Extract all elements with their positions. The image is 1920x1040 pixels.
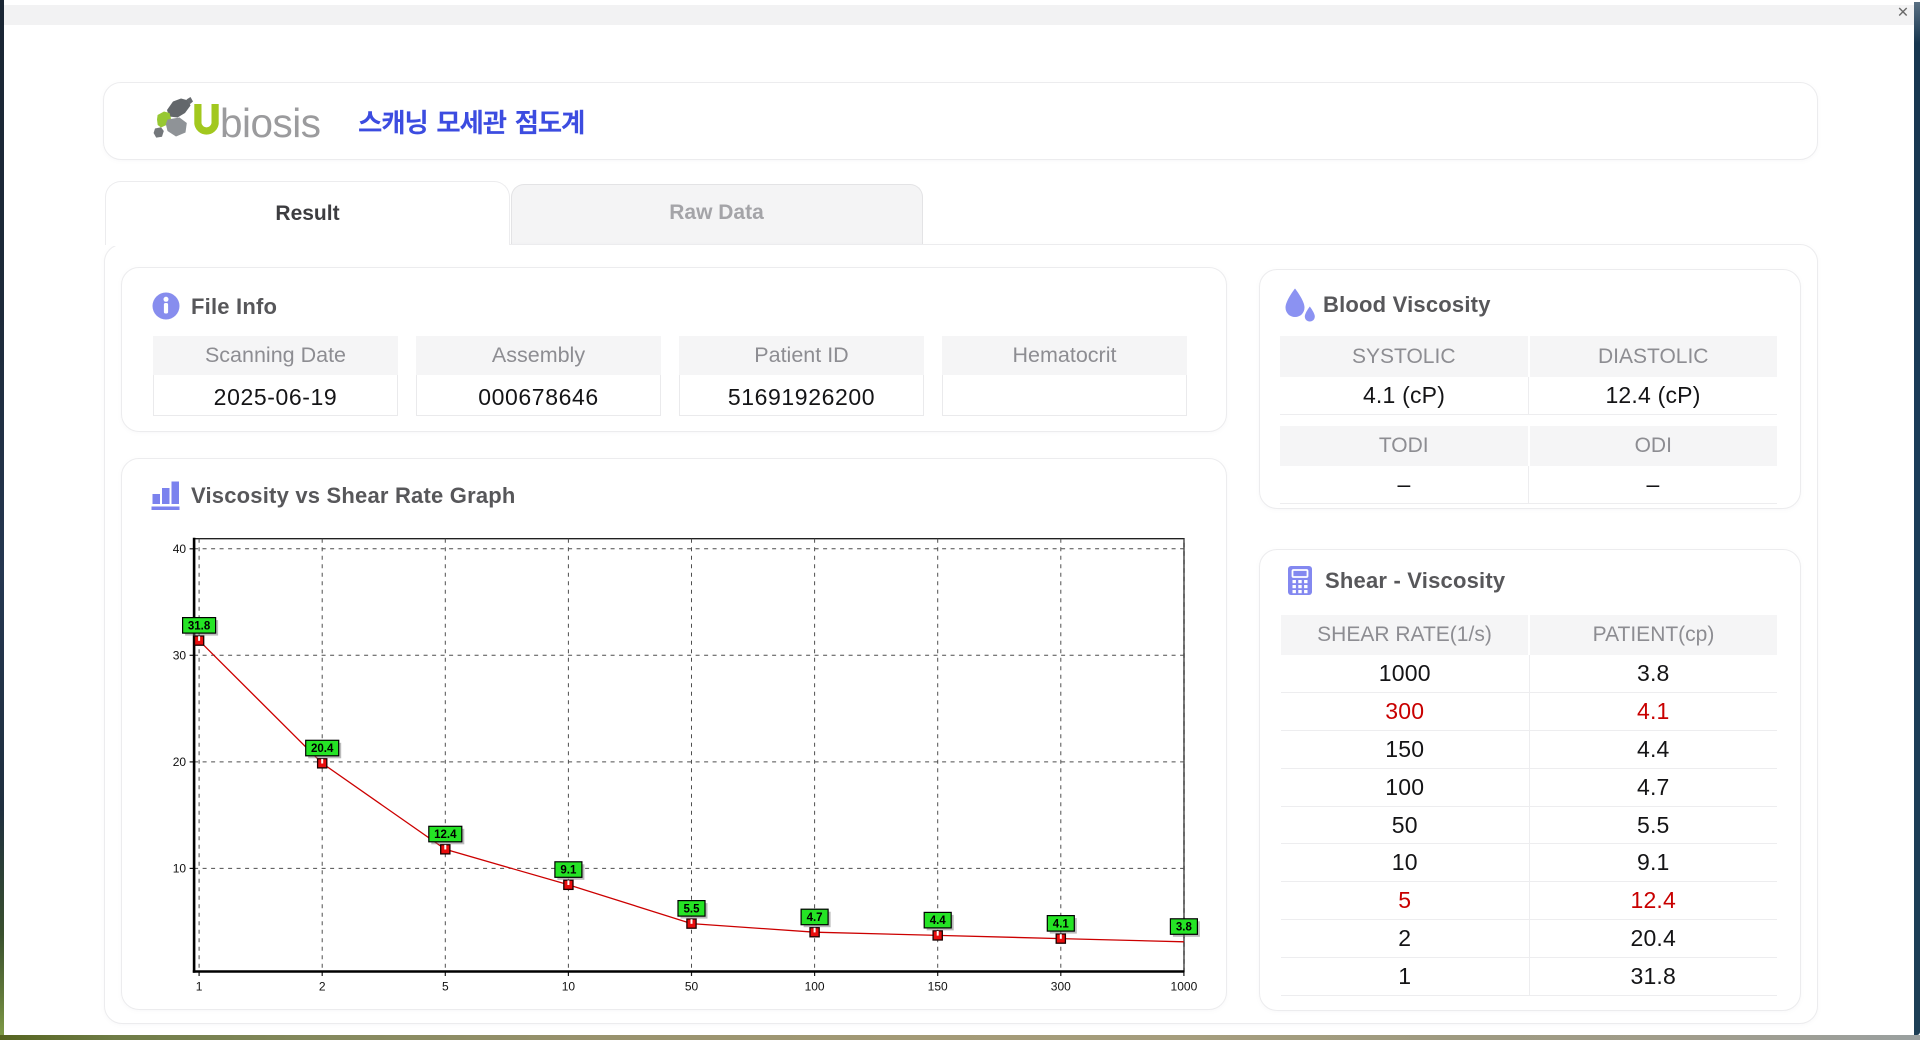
svg-text:10: 10 xyxy=(562,980,576,994)
svg-text:20.4: 20.4 xyxy=(311,743,334,755)
svg-text:4.7: 4.7 xyxy=(807,912,823,924)
svg-text:1000: 1000 xyxy=(1171,980,1198,994)
svg-text:5.5: 5.5 xyxy=(684,903,701,915)
svg-text:1: 1 xyxy=(196,980,203,994)
svg-text:biosis: biosis xyxy=(220,100,321,145)
svg-text:31.8: 31.8 xyxy=(188,620,211,632)
svg-text:3.8: 3.8 xyxy=(1176,922,1193,934)
svg-text:150: 150 xyxy=(928,980,948,994)
svg-text:10: 10 xyxy=(173,861,187,875)
svg-text:5: 5 xyxy=(442,980,449,994)
svg-text:20: 20 xyxy=(173,755,187,769)
svg-text:9.1: 9.1 xyxy=(560,865,577,877)
svg-text:2: 2 xyxy=(319,980,326,994)
svg-text:100: 100 xyxy=(805,980,825,994)
svg-text:30: 30 xyxy=(173,648,187,662)
svg-text:4.1: 4.1 xyxy=(1053,918,1070,930)
svg-text:12.4: 12.4 xyxy=(434,829,457,841)
svg-text:300: 300 xyxy=(1051,980,1071,994)
svg-text:50: 50 xyxy=(685,980,699,994)
svg-text:4.4: 4.4 xyxy=(930,915,947,927)
svg-text:40: 40 xyxy=(173,542,187,556)
